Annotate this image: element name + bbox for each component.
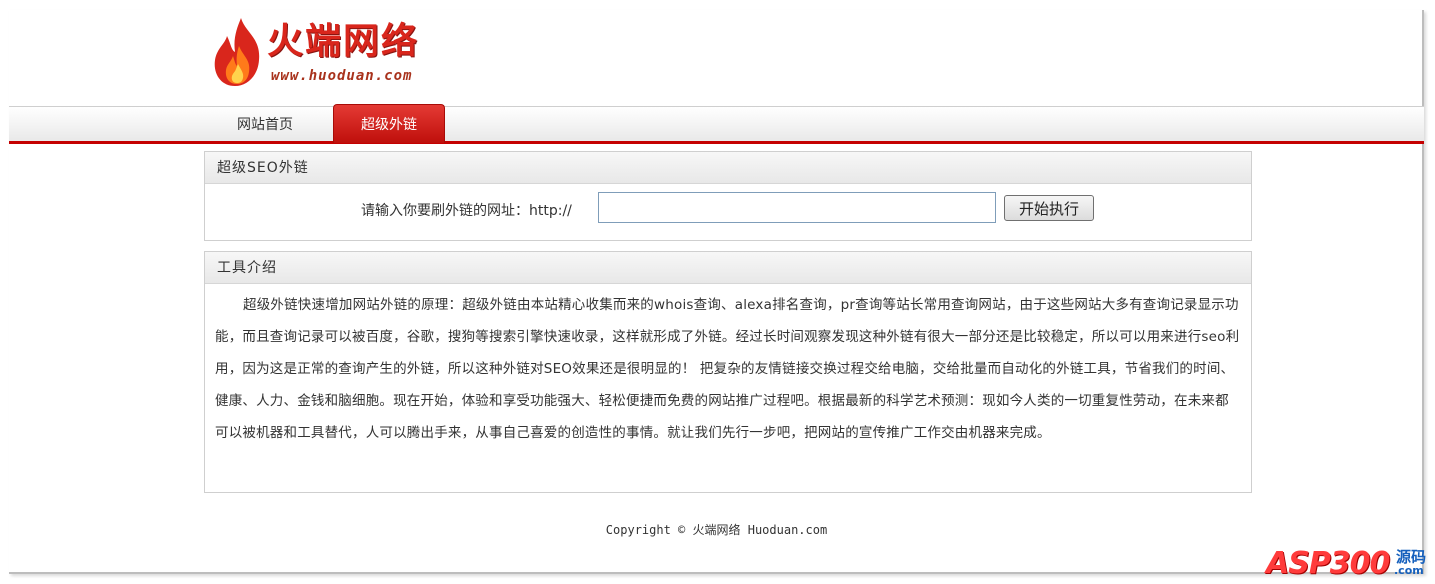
tool-intro-panel: 工具介绍 超级外链快速增加网站外链的原理：超级外链由本站精心收集而来的whois… xyxy=(204,251,1252,493)
flame-icon xyxy=(214,18,260,86)
nav-item-super-links[interactable]: 超级外链 xyxy=(333,104,445,143)
footer-copyright: Copyright © 火端网络 Huoduan.com xyxy=(605,523,828,537)
nav-item-home[interactable]: 网站首页 xyxy=(209,107,321,143)
url-input[interactable] xyxy=(598,192,996,223)
watermark-text: ASP300 xyxy=(1266,546,1390,581)
brand-title: 火端网络 xyxy=(267,21,420,62)
seo-panel-title: 超级SEO外链 xyxy=(205,152,1251,184)
url-form: 请输入你要刷外链的网址：http:// 开始执行 xyxy=(205,184,1251,241)
seo-links-panel: 超级SEO外链 请输入你要刷外链的网址：http:// 开始执行 xyxy=(204,151,1252,241)
intro-panel-title: 工具介绍 xyxy=(205,252,1251,284)
page-frame: 火端网络 www.huoduan.com 网站首页 超级外链 超级SEO外链 请… xyxy=(9,10,1424,574)
main-nav: 网站首页 超级外链 xyxy=(9,104,1424,144)
site-logo[interactable]: 火端网络 www.huoduan.com xyxy=(211,16,461,88)
url-label: 请输入你要刷外链的网址：http:// xyxy=(361,203,572,219)
start-button[interactable]: 开始执行 xyxy=(1004,195,1094,221)
intro-text: 超级外链快速增加网站外链的原理：超级外链由本站精心收集而来的whois查询、al… xyxy=(215,297,1240,441)
asp300-watermark: ASP300 源码 .com xyxy=(1262,532,1432,582)
watermark-sub2: .com xyxy=(1394,564,1424,577)
brand-url: www.huoduan.com xyxy=(271,68,413,84)
